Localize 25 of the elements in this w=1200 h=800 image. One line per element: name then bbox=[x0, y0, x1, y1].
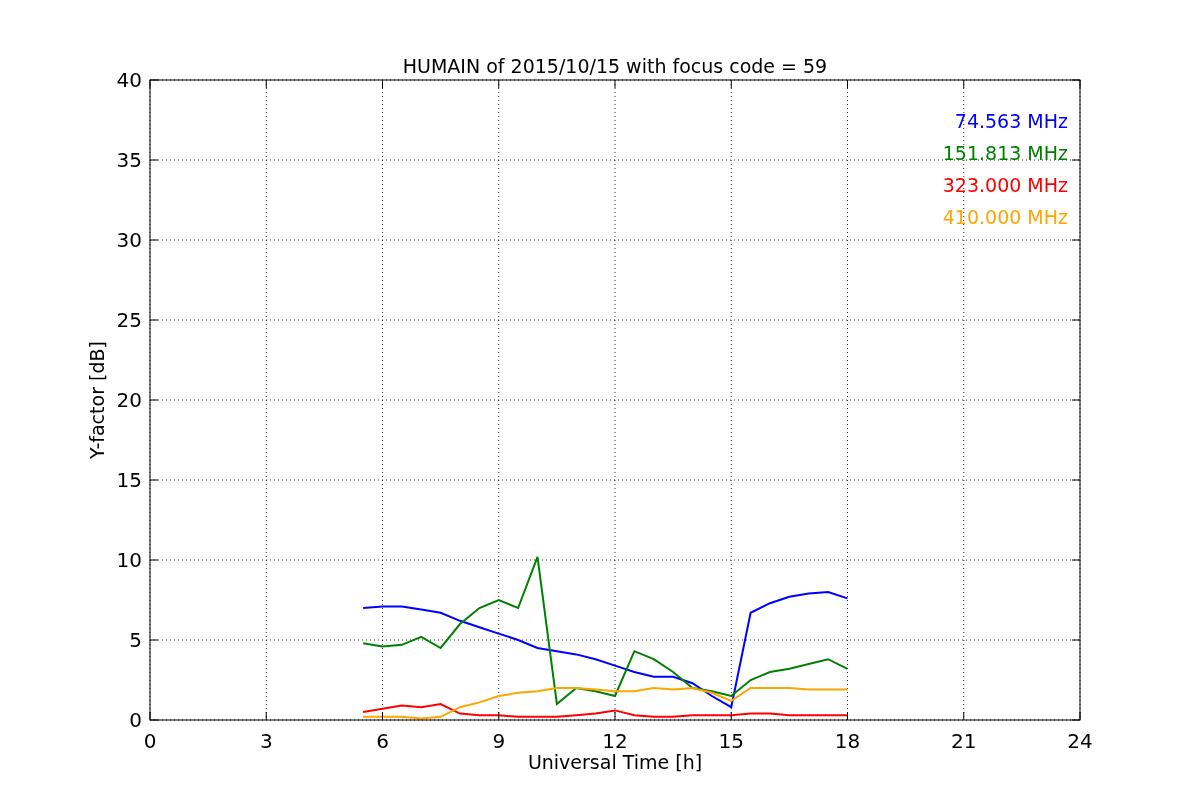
chart-title: HUMAIN of 2015/10/15 with focus code = 59 bbox=[402, 55, 828, 77]
tick-label: 10 bbox=[116, 548, 142, 572]
tick-label: 24 bbox=[1067, 729, 1093, 753]
tick-label: 6 bbox=[376, 729, 389, 753]
tick-label: 20 bbox=[116, 388, 142, 412]
tick-label: 40 bbox=[116, 68, 142, 92]
tick-label: 0 bbox=[129, 708, 142, 732]
tick-label: 18 bbox=[834, 729, 861, 753]
legend-label: 74.563 MHz bbox=[954, 110, 1068, 132]
tick-label: 12 bbox=[602, 729, 628, 753]
tick-label: 9 bbox=[492, 729, 506, 753]
legend-label: 323.000 MHz bbox=[942, 174, 1068, 196]
tick-label: 5 bbox=[129, 628, 142, 652]
tick-label: 25 bbox=[116, 308, 142, 332]
tick-label: 15 bbox=[116, 468, 142, 492]
tick-label: 21 bbox=[951, 729, 977, 753]
legend-label: 410.000 MHz bbox=[942, 206, 1068, 228]
tick-label: 35 bbox=[116, 148, 142, 172]
axis-label: Y-factor [dB] bbox=[86, 341, 108, 459]
tick-label: 3 bbox=[259, 729, 273, 753]
tick-label: 0 bbox=[143, 729, 157, 753]
legend-label: 151.813 MHz bbox=[942, 142, 1068, 164]
axis-label: Universal Time [h] bbox=[527, 751, 703, 773]
tick-label: 30 bbox=[116, 228, 142, 252]
tick-label: 15 bbox=[718, 729, 744, 753]
